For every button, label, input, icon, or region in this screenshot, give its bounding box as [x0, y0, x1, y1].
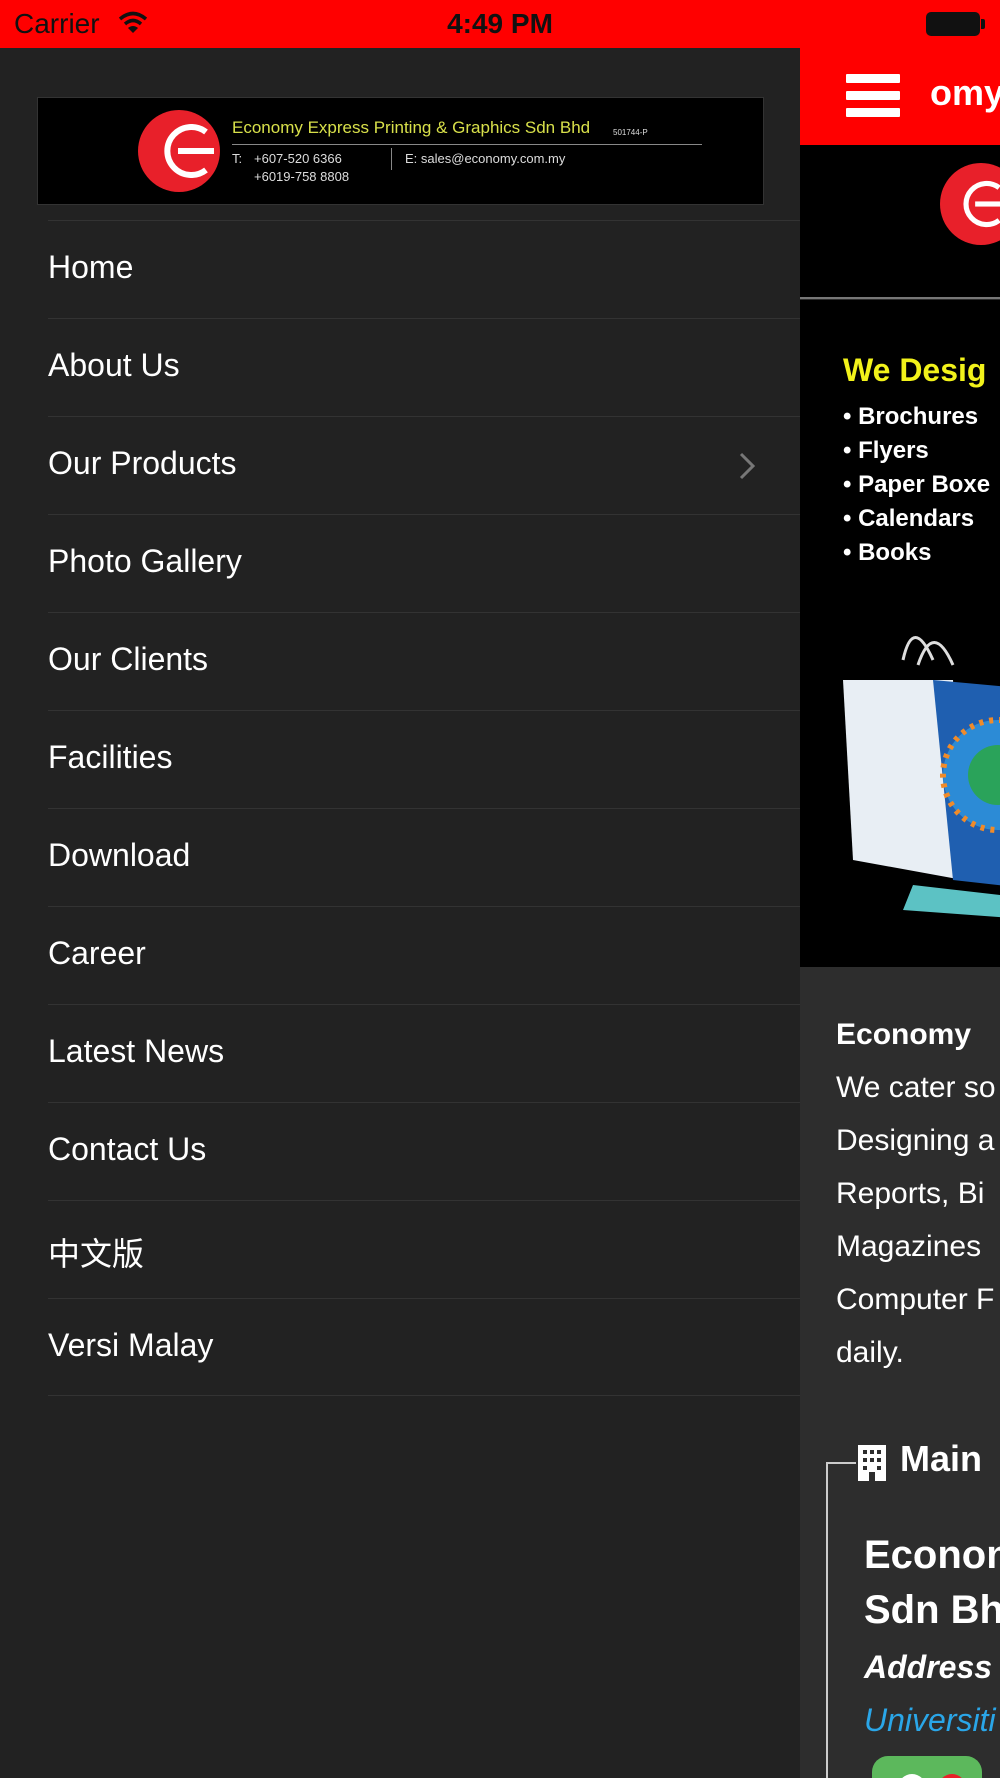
address-link[interactable]: Universiti — [864, 1702, 996, 1739]
about-text: Economy We cater so Designing a Reports,… — [836, 1008, 996, 1379]
about-line: We cater so — [836, 1071, 996, 1104]
main-office-box-top — [826, 1462, 856, 1464]
main-logo-banner — [800, 145, 1000, 299]
app-header: omy — [800, 48, 1000, 145]
menu-item-label: About Us — [48, 347, 180, 383]
menu-item-our-clients[interactable]: Our Clients — [48, 612, 800, 710]
menu-item-home[interactable]: Home — [48, 220, 800, 318]
about-line: Computer F — [836, 1283, 995, 1316]
menu-item-label: 中文版 — [48, 1236, 145, 1272]
menu-item-label: Photo Gallery — [48, 543, 242, 579]
hamburger-menu-icon[interactable] — [846, 74, 900, 118]
menu-item-label: Versi Malay — [48, 1327, 214, 1363]
promo-item: • Brochures — [843, 403, 979, 430]
about-line: Magazines — [836, 1230, 982, 1263]
logo-divider-line — [232, 144, 702, 145]
logo-phone-1: +607-520 6366 — [254, 151, 342, 166]
menu-item-label: Our Clients — [48, 641, 209, 677]
menu-item-label: Our Products — [48, 445, 237, 481]
menu-item-label: Home — [48, 249, 134, 285]
status-bar: Carrier 4:49 PM — [0, 0, 1000, 48]
promo-item: • Books — [843, 539, 932, 566]
company-logo-banner: Economy Express Printing & Graphics Sdn … — [37, 97, 764, 205]
logo-email: E: sales@economy.com.my — [405, 151, 566, 166]
shopping-bag-image — [843, 636, 1000, 918]
promo-list: • Brochures • Flyers • Paper Boxe • Cale… — [843, 400, 990, 570]
about-line: Reports, Bi — [836, 1177, 985, 1210]
side-menu: Economy Express Printing & Graphics Sdn … — [0, 48, 800, 1778]
map-icon[interactable] — [872, 1748, 982, 1778]
menu-item-career[interactable]: Career — [48, 906, 800, 1004]
menu-item-facilities[interactable]: Facilities — [48, 710, 800, 808]
menu-item-chinese-version[interactable]: 中文版 — [48, 1200, 800, 1298]
menu-item-contact-us[interactable]: Contact Us — [48, 1102, 800, 1200]
menu-list: Home About Us Our Products Photo Gallery… — [0, 220, 800, 1396]
menu-item-about-us[interactable]: About Us — [48, 318, 800, 416]
promo-item: • Calendars — [843, 505, 975, 532]
promo-title: We Desig — [843, 352, 987, 388]
promo-item: • Flyers — [843, 437, 929, 464]
company-name: Econon Sdn Bh — [864, 1528, 1000, 1638]
logo-e-icon — [164, 124, 214, 178]
building-icon — [858, 1445, 886, 1481]
menu-item-label: Download — [48, 837, 191, 873]
menu-item-malay-version[interactable]: Versi Malay — [48, 1298, 800, 1396]
menu-item-label: Career — [48, 935, 146, 971]
menu-item-download[interactable]: Download — [48, 808, 800, 906]
chevron-right-icon — [739, 452, 756, 480]
menu-item-latest-news[interactable]: Latest News — [48, 1004, 800, 1102]
promo-banner: We Desig • Brochures • Flyers • Paper Bo… — [800, 300, 1000, 967]
battery-icon — [926, 12, 985, 36]
main-content[interactable]: omy We Desig • Brochures • Flyers • Pape… — [800, 48, 1000, 1778]
logo-reg-no: 501744-P — [613, 128, 648, 137]
menu-item-label: Contact Us — [48, 1131, 207, 1167]
menu-item-label: Facilities — [48, 739, 173, 775]
address-label: Address — [864, 1649, 993, 1685]
company-name-line: Sdn Bh — [864, 1588, 1000, 1632]
banner-logo-e-icon — [963, 180, 1000, 228]
logo-divider — [391, 148, 392, 170]
menu-item-our-products[interactable]: Our Products — [48, 416, 800, 514]
about-line: daily. — [836, 1336, 904, 1369]
company-name-line: Econon — [864, 1533, 1000, 1577]
promo-item: • Paper Boxe — [843, 471, 991, 498]
logo-phone-2: +6019-758 8808 — [254, 169, 350, 184]
menu-item-label: Latest News — [48, 1033, 225, 1069]
logo-company-name: Economy Express Printing & Graphics Sdn … — [232, 118, 591, 137]
header-title: omy — [930, 72, 1000, 113]
about-line: Designing a — [836, 1124, 995, 1157]
main-office-heading: Main — [900, 1438, 983, 1479]
clock: 4:49 PM — [447, 8, 553, 39]
logo-phone-label: T: — [232, 151, 243, 166]
menu-item-photo-gallery[interactable]: Photo Gallery — [48, 514, 800, 612]
about-heading: Economy — [836, 1018, 972, 1051]
